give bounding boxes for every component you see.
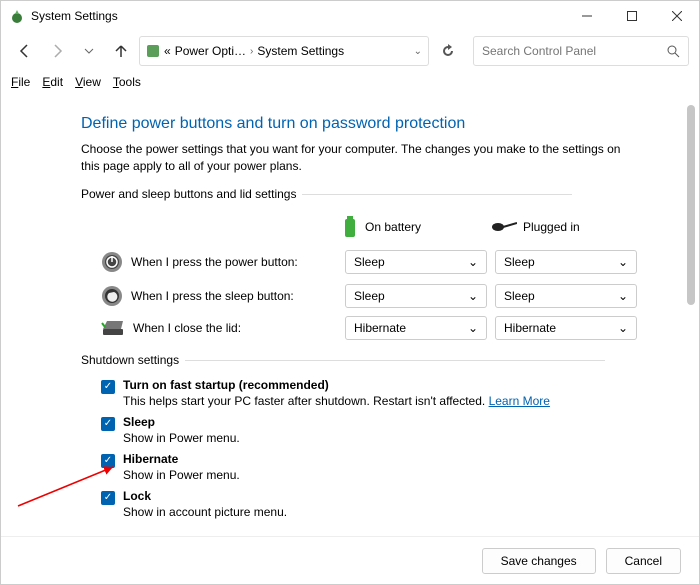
menu-tools[interactable]: Tools [113, 75, 141, 89]
up-button[interactable] [107, 37, 135, 65]
close-button[interactable] [654, 1, 699, 31]
group-shutdown: Shutdown settings [81, 353, 629, 367]
checkbox-hibernate[interactable]: ✓ [101, 454, 115, 468]
label-sleep: Sleep [123, 415, 155, 429]
app-icon [9, 8, 25, 24]
desc-hibernate: Show in Power menu. [81, 468, 629, 486]
titlebar: System Settings [1, 1, 699, 31]
scrollbar[interactable] [687, 105, 695, 536]
chevron-down-icon: ⌄ [618, 321, 628, 335]
checkbox-fast-startup[interactable]: ✓ [101, 380, 115, 394]
group-buttons-lid: Power and sleep buttons and lid settings [81, 187, 629, 201]
minimize-button[interactable] [564, 1, 609, 31]
label-hibernate: Hibernate [123, 452, 178, 466]
menu-view[interactable]: View [75, 75, 101, 89]
maximize-button[interactable] [609, 1, 654, 31]
row-label: When I press the power button: [131, 255, 298, 269]
breadcrumb-seg[interactable]: Power Opti… [175, 44, 246, 58]
desc-sleep: Show in Power menu. [81, 431, 629, 449]
chevron-down-icon: ⌄ [468, 321, 478, 335]
nav-toolbar: « Power Opti… › System Settings ⌄ [1, 31, 699, 71]
breadcrumb-seg[interactable]: System Settings [257, 44, 344, 58]
lid-plugged-select[interactable]: Hibernate⌄ [495, 316, 637, 340]
col-plugged-in: Plugged in [491, 214, 641, 240]
power-button-icon [101, 251, 123, 273]
lid-battery-select[interactable]: Hibernate⌄ [345, 316, 487, 340]
chevron-down-icon: ⌄ [468, 289, 478, 303]
sleep-button-plugged-select[interactable]: Sleep⌄ [495, 284, 637, 308]
plug-icon [491, 220, 517, 234]
menubar: File Edit View Tools [1, 71, 699, 93]
chevron-down-icon[interactable]: ⌄ [414, 46, 422, 57]
desc-lock: Show in account picture menu. [81, 505, 629, 523]
scroll-thumb[interactable] [687, 105, 695, 305]
lid-icon [101, 319, 125, 337]
battery-icon [341, 215, 359, 239]
chevron-down-icon: ⌄ [618, 289, 628, 303]
cancel-button[interactable]: Cancel [606, 548, 681, 574]
checkbox-lock[interactable]: ✓ [101, 491, 115, 505]
menu-file[interactable]: File [11, 75, 30, 89]
footer: Save changes Cancel [1, 536, 699, 584]
page-title: Define power buttons and turn on passwor… [81, 115, 629, 133]
label-fast-startup: Turn on fast startup (recommended) [123, 378, 329, 392]
search-input[interactable] [482, 44, 666, 58]
save-button[interactable]: Save changes [482, 548, 596, 574]
page-subtitle: Choose the power settings that you want … [81, 141, 629, 175]
col-on-battery: On battery [341, 209, 491, 245]
back-button[interactable] [11, 37, 39, 65]
control-panel-icon [146, 44, 160, 58]
search-box[interactable] [473, 36, 689, 66]
checkbox-sleep[interactable]: ✓ [101, 417, 115, 431]
address-bar[interactable]: « Power Opti… › System Settings ⌄ [139, 36, 429, 66]
window-title: System Settings [31, 9, 564, 23]
chevron-down-icon: ⌄ [618, 255, 628, 269]
refresh-button[interactable] [433, 44, 463, 58]
power-button-plugged-select[interactable]: Sleep⌄ [495, 250, 637, 274]
menu-edit[interactable]: Edit [42, 75, 63, 89]
chevron-down-icon: ⌄ [468, 255, 478, 269]
label-lock: Lock [123, 489, 151, 503]
sleep-button-battery-select[interactable]: Sleep⌄ [345, 284, 487, 308]
row-label: When I close the lid: [133, 321, 241, 335]
learn-more-link[interactable]: Learn More [489, 394, 550, 408]
search-icon[interactable] [666, 44, 680, 58]
content-area: Define power buttons and turn on passwor… [1, 105, 699, 536]
forward-button[interactable] [43, 37, 71, 65]
window: System Settings « Power Opti… › System S… [0, 0, 700, 585]
recent-button[interactable] [75, 37, 103, 65]
row-label: When I press the sleep button: [131, 289, 294, 303]
chevron-right-icon: › [250, 46, 253, 57]
sleep-button-icon [101, 285, 123, 307]
power-button-battery-select[interactable]: Sleep⌄ [345, 250, 487, 274]
